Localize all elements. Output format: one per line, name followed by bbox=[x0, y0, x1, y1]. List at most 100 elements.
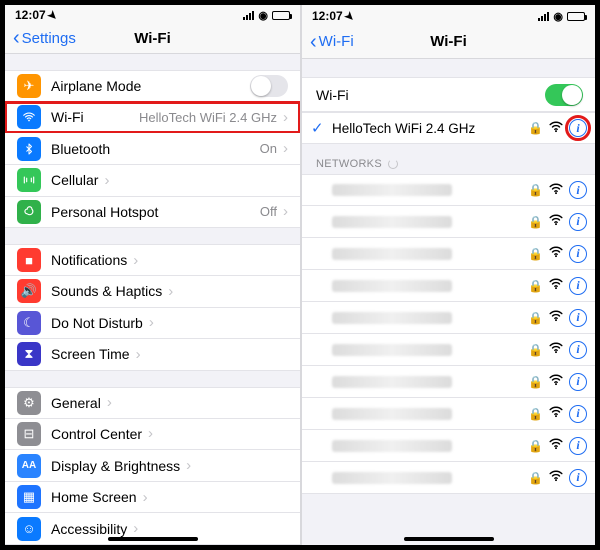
chevron-right-icon: › bbox=[107, 394, 112, 411]
back-button[interactable]: ‹ Wi-Fi bbox=[310, 32, 354, 52]
network-name-blurred bbox=[332, 248, 452, 260]
wifi-toggle[interactable] bbox=[545, 84, 583, 106]
row-label: Screen Time bbox=[51, 346, 130, 362]
spinner-icon bbox=[388, 159, 398, 169]
network-row[interactable]: 🔒i bbox=[302, 174, 595, 206]
wifi-signal-icon bbox=[549, 183, 563, 198]
airplane-icon: ✈ bbox=[17, 74, 41, 98]
row-screen-time[interactable]: ⧗ Screen Time › bbox=[5, 339, 300, 371]
row-label: Wi-Fi bbox=[316, 87, 349, 103]
network-name-blurred bbox=[332, 184, 452, 196]
row-label: Accessibility bbox=[51, 521, 127, 537]
wifi-status-icon: ◉ bbox=[258, 9, 268, 22]
network-row[interactable]: 🔒i bbox=[302, 270, 595, 302]
networks-list: 🔒i🔒i🔒i🔒i🔒i🔒i🔒i🔒i🔒i🔒i bbox=[302, 174, 595, 494]
row-home-screen[interactable]: ▦ Home Screen › bbox=[5, 482, 300, 514]
network-row[interactable]: 🔒i bbox=[302, 462, 595, 494]
location-icon: ➤ bbox=[341, 9, 357, 25]
chevron-right-icon: › bbox=[148, 425, 153, 442]
lock-icon: 🔒 bbox=[528, 375, 543, 389]
cellular-icon bbox=[17, 168, 41, 192]
info-button[interactable]: i bbox=[569, 245, 587, 263]
wifi-signal-icon bbox=[549, 470, 563, 485]
row-wifi[interactable]: Wi-Fi HelloTech WiFi 2.4 GHz › bbox=[5, 102, 300, 134]
connected-network-row[interactable]: ✓ HelloTech WiFi 2.4 GHz 🔒 i bbox=[302, 112, 595, 144]
back-button[interactable]: ‹ Settings bbox=[13, 28, 76, 48]
chevron-right-icon: › bbox=[149, 314, 154, 331]
row-notifications[interactable]: ■ Notifications › bbox=[5, 244, 300, 276]
network-name-blurred bbox=[332, 408, 452, 420]
info-button[interactable]: i bbox=[569, 469, 587, 487]
info-button[interactable]: i bbox=[569, 277, 587, 295]
row-label: Display & Brightness bbox=[51, 458, 180, 474]
home-indicator[interactable] bbox=[404, 537, 494, 541]
row-general[interactable]: ⚙ General › bbox=[5, 387, 300, 419]
settings-screen: 12:07➤ ◉ ‹ Settings Wi-Fi ✈ Airplane Mod… bbox=[5, 5, 300, 545]
lock-icon: 🔒 bbox=[528, 343, 543, 357]
network-row[interactable]: 🔒i bbox=[302, 334, 595, 366]
info-button[interactable]: i bbox=[569, 405, 587, 423]
airplane-toggle[interactable] bbox=[250, 75, 288, 97]
nav-title: Wi-Fi bbox=[430, 33, 467, 50]
network-row[interactable]: 🔒i bbox=[302, 430, 595, 462]
chevron-right-icon: › bbox=[143, 489, 148, 506]
row-label: Sounds & Haptics bbox=[51, 283, 162, 299]
chevron-right-icon: › bbox=[283, 203, 288, 220]
wifi-signal-icon bbox=[549, 406, 563, 421]
bluetooth-icon bbox=[17, 137, 41, 161]
chevron-left-icon: ‹ bbox=[13, 28, 20, 48]
lock-icon: 🔒 bbox=[528, 311, 543, 325]
row-bluetooth[interactable]: Bluetooth On › bbox=[5, 133, 300, 165]
chevron-right-icon: › bbox=[283, 140, 288, 157]
wifi-signal-icon bbox=[549, 214, 563, 229]
row-label: Cellular bbox=[51, 172, 98, 188]
nav-bar: ‹ Settings Wi-Fi bbox=[5, 23, 300, 54]
row-label: Do Not Disturb bbox=[51, 315, 143, 331]
row-value: HelloTech WiFi 2.4 GHz bbox=[139, 110, 277, 125]
wifi-signal-icon bbox=[549, 310, 563, 325]
row-cellular[interactable]: Cellular › bbox=[5, 165, 300, 197]
info-button[interactable]: i bbox=[569, 119, 587, 137]
info-button[interactable]: i bbox=[569, 341, 587, 359]
network-row[interactable]: 🔒i bbox=[302, 238, 595, 270]
info-button[interactable]: i bbox=[569, 181, 587, 199]
network-row[interactable]: 🔒i bbox=[302, 398, 595, 430]
battery-icon bbox=[272, 11, 290, 20]
lock-icon: 🔒 bbox=[528, 215, 543, 229]
lock-icon: 🔒 bbox=[528, 279, 543, 293]
home-screen-icon: ▦ bbox=[17, 485, 41, 509]
row-value: On bbox=[260, 141, 277, 156]
chevron-right-icon: › bbox=[133, 252, 138, 269]
info-button[interactable]: i bbox=[569, 437, 587, 455]
row-do-not-disturb[interactable]: ☾ Do Not Disturb › bbox=[5, 308, 300, 340]
wifi-signal-icon bbox=[549, 246, 563, 261]
row-wifi-toggle[interactable]: Wi-Fi bbox=[302, 77, 595, 112]
row-label: Personal Hotspot bbox=[51, 204, 158, 220]
network-row[interactable]: 🔒i bbox=[302, 366, 595, 398]
chevron-right-icon: › bbox=[186, 457, 191, 474]
network-row[interactable]: 🔒i bbox=[302, 302, 595, 334]
chevron-right-icon: › bbox=[283, 109, 288, 126]
info-button[interactable]: i bbox=[569, 213, 587, 231]
notifications-icon: ■ bbox=[17, 248, 41, 272]
gear-icon: ⚙ bbox=[17, 391, 41, 415]
checkmark-icon: ✓ bbox=[311, 119, 324, 137]
row-airplane-mode[interactable]: ✈ Airplane Mode bbox=[5, 70, 300, 102]
wifi-signal-icon bbox=[549, 374, 563, 389]
row-label: Bluetooth bbox=[51, 141, 110, 157]
info-button[interactable]: i bbox=[569, 309, 587, 327]
row-control-center[interactable]: ⊟ Control Center › bbox=[5, 419, 300, 451]
home-indicator[interactable] bbox=[108, 537, 198, 541]
wifi-signal-icon bbox=[549, 342, 563, 357]
lock-icon: 🔒 bbox=[528, 471, 543, 485]
row-display-brightness[interactable]: AA Display & Brightness › bbox=[5, 450, 300, 482]
hourglass-icon: ⧗ bbox=[17, 342, 41, 366]
cellular-signal-icon bbox=[243, 11, 254, 20]
network-row[interactable]: 🔒i bbox=[302, 206, 595, 238]
row-label: Control Center bbox=[51, 426, 142, 442]
info-button[interactable]: i bbox=[569, 373, 587, 391]
row-sounds[interactable]: 🔊 Sounds & Haptics › bbox=[5, 276, 300, 308]
chevron-right-icon: › bbox=[136, 346, 141, 363]
cellular-signal-icon bbox=[538, 12, 549, 21]
row-personal-hotspot[interactable]: Personal Hotspot Off › bbox=[5, 197, 300, 229]
